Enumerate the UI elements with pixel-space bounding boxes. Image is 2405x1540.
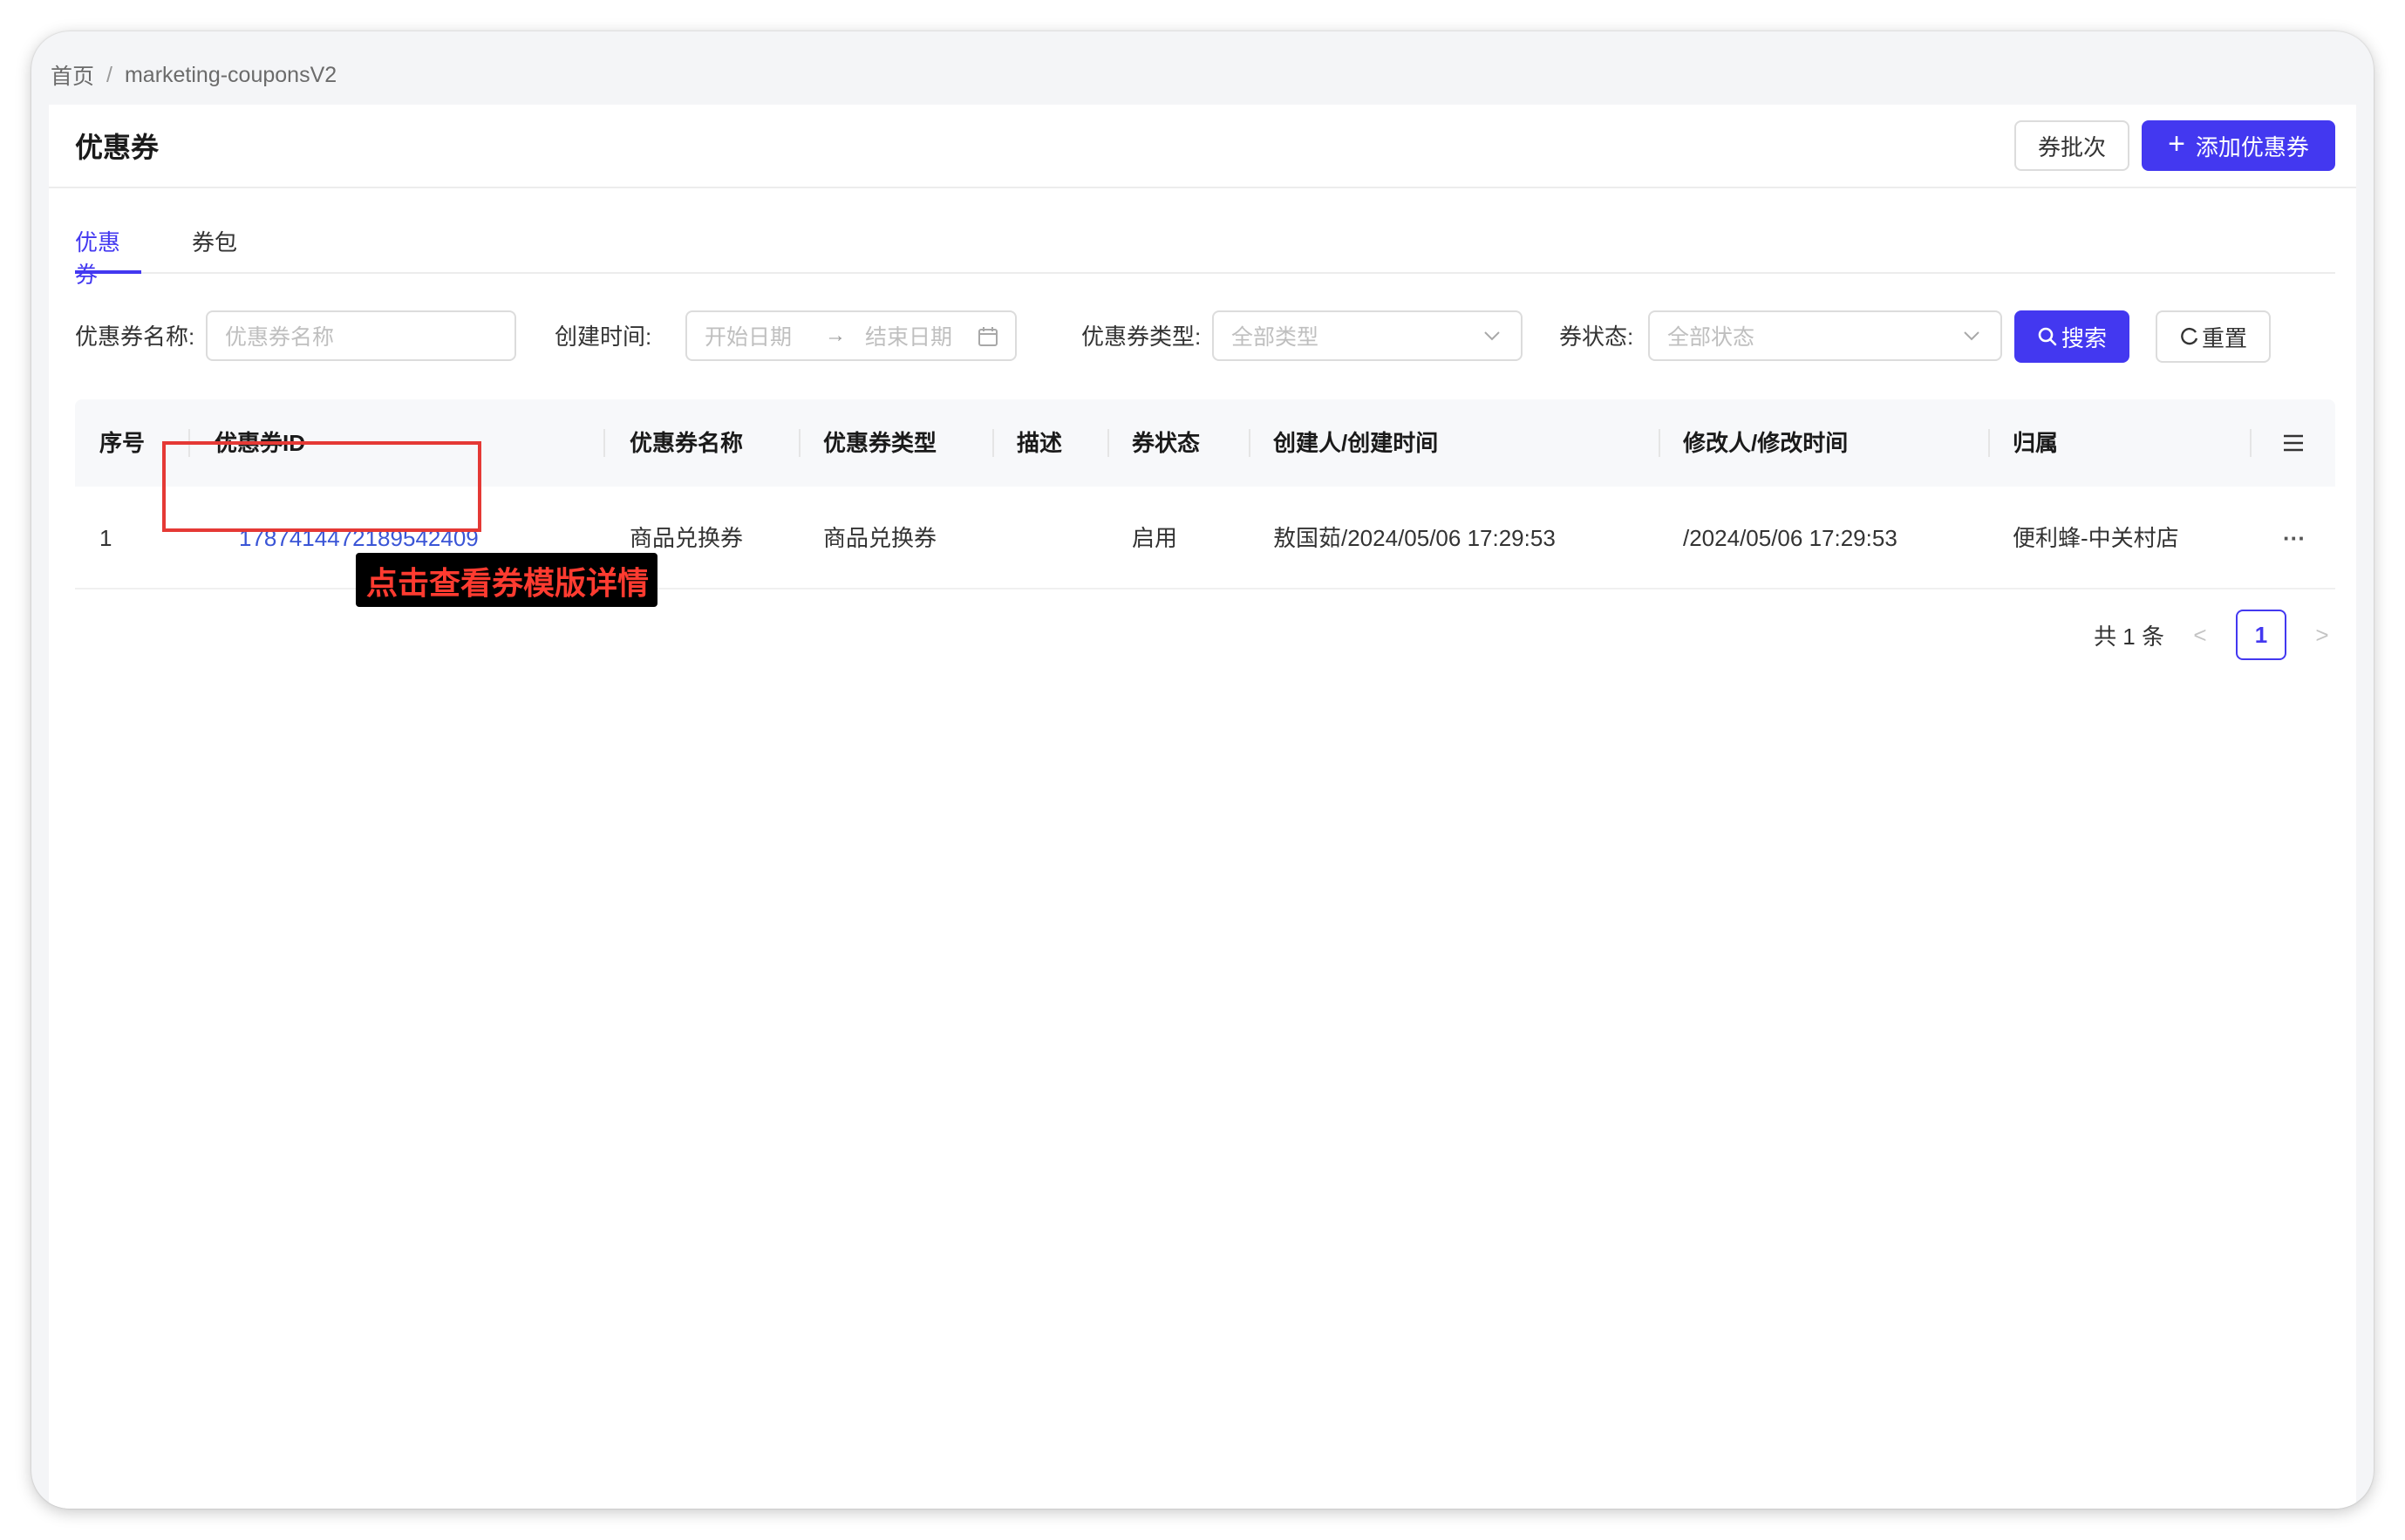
column-settings-icon[interactable]: [2281, 431, 2306, 455]
coupon-status-placeholder: 全部状态: [1667, 325, 1755, 350]
col-status: 券状态: [1132, 430, 1201, 456]
column-divider: [1107, 429, 1109, 457]
cell-coupon-type: 商品兑换券: [823, 525, 937, 551]
coupon-batch-button[interactable]: 券批次: [2014, 120, 2129, 171]
page-header: 优惠券 券批次 + 添加优惠券: [49, 105, 2356, 188]
col-creator: 创建人/创建时间: [1273, 430, 1439, 456]
search-label: 搜索: [2061, 324, 2107, 351]
chevron-down-icon: [1484, 331, 1500, 341]
col-modifier: 修改人/修改时间: [1683, 430, 1849, 456]
breadcrumb: 首页 / marketing-couponsV2: [51, 58, 337, 92]
pagination-total: 共 1 条: [2094, 623, 2164, 650]
coupon-name-input[interactable]: 优惠券名称: [206, 310, 516, 361]
cell-status: 启用: [1132, 525, 1178, 551]
column-divider: [603, 429, 605, 457]
tab-coupon[interactable]: 优惠券: [75, 221, 141, 288]
cell-index: 1: [99, 525, 112, 551]
column-divider: [799, 429, 801, 457]
page-title: 优惠券: [75, 132, 160, 163]
coupon-name-placeholder: 优惠券名称: [225, 325, 335, 350]
create-time-label: 创建时间:: [555, 324, 652, 350]
app-window: 首页 / marketing-couponsV2 优惠券 券批次 + 添加优惠券…: [31, 31, 2374, 1509]
page-number-button[interactable]: 1: [2236, 610, 2286, 660]
col-coupon-name: 优惠券名称: [630, 430, 744, 456]
column-divider: [2250, 429, 2252, 457]
reload-icon: [2181, 327, 2198, 345]
cell-owner: 便利蜂-中关村店: [2013, 525, 2179, 551]
reset-button[interactable]: 重置: [2156, 310, 2271, 363]
next-page-icon[interactable]: >: [2309, 622, 2335, 649]
column-divider: [1659, 429, 1660, 457]
start-date-placeholder: 开始日期: [705, 325, 793, 350]
calendar-icon: [978, 327, 998, 346]
cell-modifier: /2024/05/06 17:29:53: [1683, 525, 1897, 551]
annotation-label: 点击查看券模版详情: [356, 553, 658, 607]
tab-bar: 优惠券 券包: [75, 221, 2335, 288]
breadcrumb-separator: /: [106, 62, 112, 87]
search-icon: [2038, 327, 2057, 346]
more-actions-icon[interactable]: ···: [2283, 487, 2306, 589]
prev-page-icon[interactable]: <: [2187, 622, 2213, 649]
cell-creator: 敖国茹/2024/05/06 17:29:53: [1273, 525, 1556, 551]
column-divider: [1988, 429, 1990, 457]
tab-coupon-package[interactable]: 券包: [192, 221, 237, 274]
col-coupon-type: 优惠券类型: [823, 430, 937, 456]
column-divider: [992, 429, 994, 457]
main-card: 优惠券 券批次 + 添加优惠券 优惠券 券包 优惠券名称: 优惠券名称 创建时间…: [49, 105, 2356, 1509]
breadcrumb-current: marketing-couponsV2: [124, 62, 337, 87]
breadcrumb-home[interactable]: 首页: [51, 59, 94, 91]
col-index: 序号: [99, 430, 146, 456]
filter-bar: 优惠券名称: 优惠券名称 创建时间: 开始日期 → 结束日期 优惠券类型: 全部…: [75, 310, 2335, 363]
highlight-box: [162, 441, 481, 532]
search-button[interactable]: 搜索: [2014, 310, 2129, 363]
chevron-down-icon: [1964, 331, 1979, 341]
plus-icon: +: [2168, 127, 2185, 160]
reset-label: 重置: [2201, 324, 2247, 351]
end-date-placeholder: 结束日期: [865, 325, 953, 350]
coupon-type-label: 优惠券类型:: [1081, 324, 1202, 350]
coupon-type-select[interactable]: 全部类型: [1212, 310, 1523, 361]
coupon-type-placeholder: 全部类型: [1231, 325, 1319, 350]
col-owner: 归属: [2013, 430, 2059, 456]
date-range-picker[interactable]: 开始日期 → 结束日期: [685, 310, 1017, 361]
pagination: 共 1 条 < 1 >: [2094, 609, 2335, 661]
column-divider: [1249, 429, 1250, 457]
arrow-right-icon: →: [825, 324, 847, 347]
coupon-status-label: 券状态:: [1559, 324, 1634, 350]
coupon-status-select[interactable]: 全部状态: [1648, 310, 2002, 361]
add-coupon-label: 添加优惠券: [2195, 133, 2309, 160]
add-coupon-button[interactable]: + 添加优惠券: [2142, 120, 2335, 171]
coupon-name-label: 优惠券名称:: [75, 324, 195, 350]
col-description: 描述: [1017, 430, 1063, 456]
